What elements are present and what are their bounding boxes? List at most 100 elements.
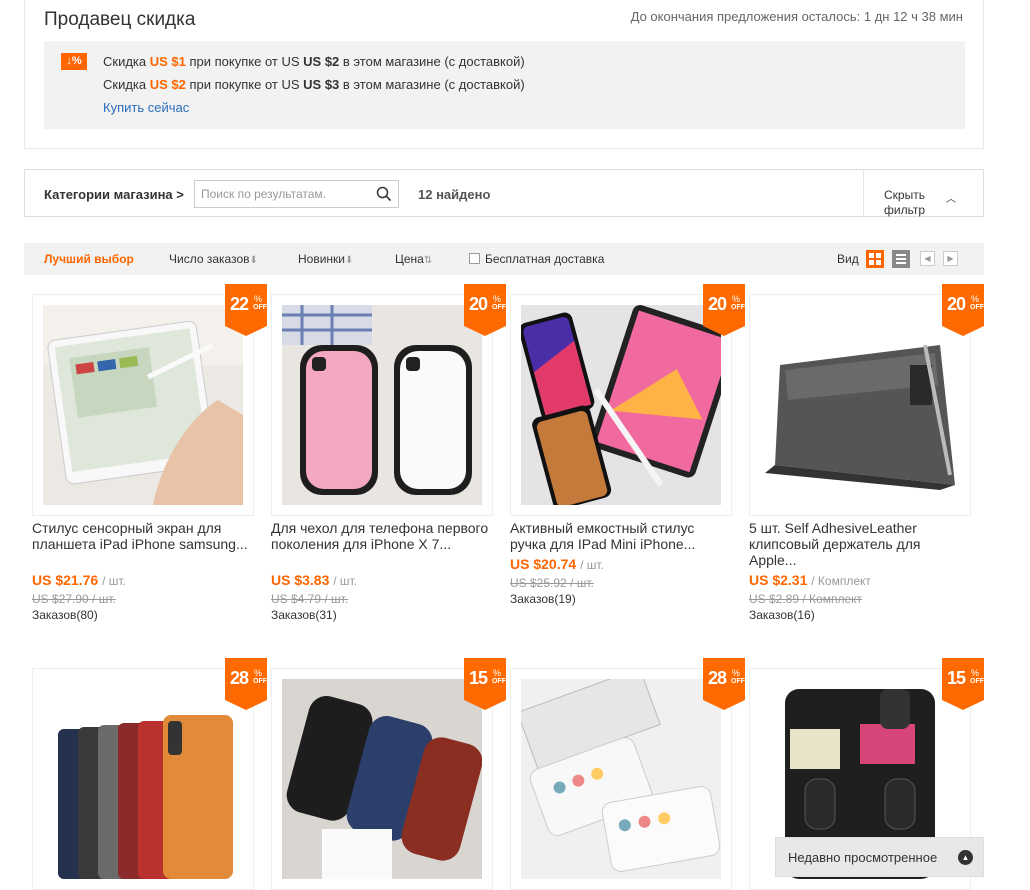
promo-text: Скидка	[103, 54, 150, 69]
product-photo-phone-cases-colors	[282, 679, 482, 879]
product-photo-clear-cases	[521, 679, 721, 879]
promo-text: Скидка	[103, 77, 150, 92]
product-image[interactable]	[32, 668, 254, 890]
discount-value: 22	[230, 294, 249, 314]
chevron-up-icon: ︿	[946, 194, 956, 205]
list-view-icon[interactable]	[892, 250, 910, 268]
recently-viewed-button[interactable]: Недавно просмотренное ▲	[775, 837, 984, 877]
promo-timer: До окончания предложения осталось: 1 дн …	[630, 9, 963, 24]
sort-label: Цена	[395, 252, 424, 266]
old-price: US $27.90 / шт.	[32, 592, 116, 606]
orders-count: Заказов(16)	[749, 608, 815, 622]
product-price: US $2.31 / Комплект	[749, 572, 871, 588]
orders-count: Заказов(80)	[32, 608, 98, 622]
seller-discount-panel: Продавец скидка До окончания предложения…	[24, 0, 984, 149]
product-photo-phone-cases	[282, 305, 482, 505]
discount-tag: 15 % OFF	[942, 658, 984, 710]
discount-percent: %	[254, 668, 263, 678]
product-title[interactable]: Для чехол для телефона первого поколения…	[271, 520, 493, 552]
price-unit: / шт.	[333, 574, 358, 588]
discount-value: 15	[469, 668, 488, 688]
search-icon[interactable]	[376, 186, 392, 202]
product-photo-tablet-stylus	[43, 305, 243, 505]
discount-tag: 28 % OFF	[225, 658, 267, 710]
promo-text: в этом магазине (с доставкой)	[339, 54, 525, 69]
hide-filter-label: Скрыть фильтр	[884, 188, 926, 217]
product-title[interactable]: 5 шт. Self AdhesiveLeather клипсовый дер…	[749, 520, 971, 568]
sort-label: Лучший выбор	[44, 252, 134, 266]
discount-off-label: OFF	[731, 678, 745, 685]
promo-box: ↓% Скидка US $1 при покупке от US US $2 …	[44, 41, 965, 129]
promo-text: при покупке от US	[185, 77, 304, 92]
promo-amount: US $2	[149, 77, 186, 92]
promo-line: Скидка US $2 при покупке от US US $3 в э…	[103, 77, 525, 92]
promo-text: в этом магазине (с доставкой)	[339, 77, 525, 92]
chevron-up-icon: ▲	[958, 850, 973, 865]
product-title[interactable]: Активный емкостный стилус ручка для IPad…	[510, 520, 732, 552]
store-categories-link[interactable]: Категории магазина >	[44, 187, 184, 202]
price-value: US $20.74	[510, 556, 577, 572]
sort-label: Число заказов	[169, 252, 250, 266]
prev-page-icon[interactable]: ◀	[920, 251, 935, 266]
price-value: US $3.83	[271, 572, 330, 588]
product-photo-leather-cases	[43, 679, 243, 879]
promo-amount: US $1	[149, 54, 186, 69]
old-price: US $25.92 / шт.	[510, 576, 594, 590]
sort-price[interactable]: Цена⇅	[395, 252, 432, 266]
filter-bar: Категории магазина > 12 найдено Скрыть ф…	[24, 169, 984, 217]
product-title[interactable]: Стилус сенсорный экран для планшета iPad…	[32, 520, 254, 552]
grid-view-icon[interactable]	[866, 250, 884, 268]
price-unit: / Комплект	[811, 574, 871, 588]
sort-newest[interactable]: Новинки⬇	[298, 252, 353, 266]
discount-tag: 20 % OFF	[703, 284, 745, 336]
discount-value: 20	[708, 294, 727, 314]
promo-threshold: US $3	[303, 77, 340, 92]
discount-value: 28	[230, 668, 249, 688]
product-image[interactable]	[271, 668, 493, 890]
discount-tag: 22 % OFF	[225, 284, 267, 336]
product-image[interactable]	[271, 294, 493, 516]
discount-percent: %	[254, 294, 263, 304]
product-photo-tablet-stand	[760, 305, 960, 505]
sort-orders[interactable]: Число заказов⬇	[169, 252, 258, 266]
search-input[interactable]	[201, 186, 371, 202]
product-photo-stylus-pen	[521, 305, 721, 505]
orders-count: Заказов(19)	[510, 592, 576, 606]
promo-line: Скидка US $1 при покупке от US US $2 в э…	[103, 54, 525, 69]
arrow-down-icon: ⬇	[345, 255, 354, 266]
buy-now-link[interactable]: Купить сейчас	[103, 100, 189, 115]
discount-value: 15	[947, 668, 966, 688]
discount-tag: 15 % OFF	[464, 658, 506, 710]
sort-best-match[interactable]: Лучший выбор	[44, 252, 134, 266]
free-shipping-checkbox[interactable]	[469, 253, 480, 264]
product-price: US $20.74 / шт.	[510, 556, 604, 572]
discount-off-label: OFF	[253, 678, 267, 685]
price-value: US $2.31	[749, 572, 808, 588]
orders-count: Заказов(31)	[271, 608, 337, 622]
promo-title: Продавец скидка	[44, 9, 196, 30]
discount-percent: %	[732, 668, 741, 678]
search-box	[194, 180, 399, 208]
price-value: US $21.76	[32, 572, 99, 588]
product-image[interactable]	[32, 294, 254, 516]
discount-off-label: OFF	[492, 678, 506, 685]
discount-off-label: OFF	[970, 304, 984, 311]
free-shipping-filter[interactable]: Бесплатная доставка	[469, 252, 604, 266]
discount-percent: %	[971, 668, 980, 678]
discount-value: 20	[947, 294, 966, 314]
discount-tag: 28 % OFF	[703, 658, 745, 710]
product-image[interactable]	[749, 294, 971, 516]
free-shipping-label: Бесплатная доставка	[485, 252, 605, 266]
product-price: US $21.76 / шт.	[32, 572, 126, 588]
discount-off-label: OFF	[492, 304, 506, 311]
product-image[interactable]	[510, 294, 732, 516]
discount-off-label: OFF	[731, 304, 745, 311]
recently-viewed-label: Недавно просмотренное	[788, 850, 938, 865]
hide-filter-button[interactable]: Скрыть фильтр ︿	[863, 170, 983, 217]
product-image[interactable]	[510, 668, 732, 890]
sort-bar: Лучший выбор Число заказов⬇ Новинки⬇ Цен…	[24, 243, 984, 275]
promo-text: при покупке от US	[185, 54, 304, 69]
discount-percent: %	[493, 294, 502, 304]
discount-tag: 20 % OFF	[464, 284, 506, 336]
next-page-icon[interactable]: ▶	[943, 251, 958, 266]
